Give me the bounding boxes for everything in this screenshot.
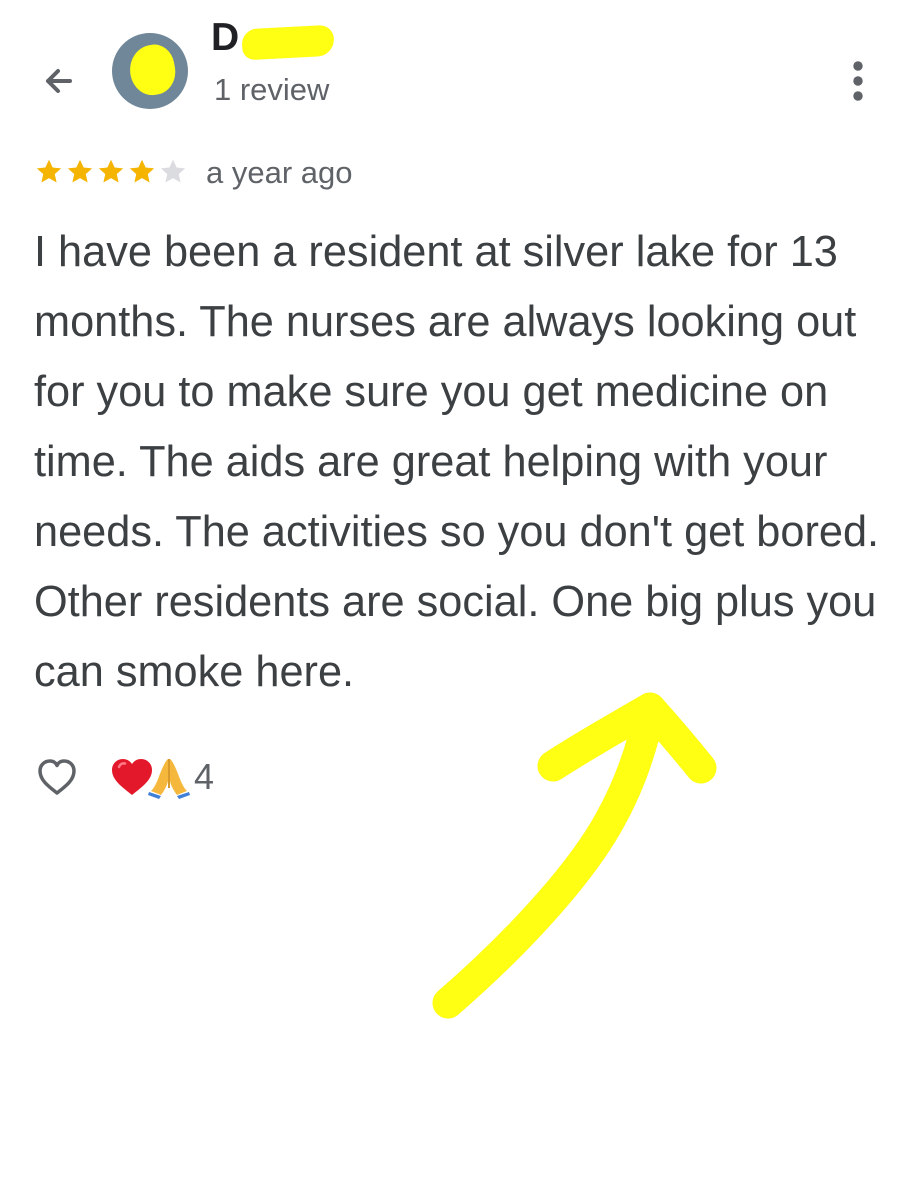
rating-row: a year ago <box>34 152 353 192</box>
like-button[interactable] <box>34 754 80 800</box>
avatar-redaction <box>126 41 179 99</box>
star-filled-icon <box>98 159 124 183</box>
avatar[interactable] <box>112 33 188 109</box>
review-count: 1 review <box>214 72 330 107</box>
more-options-button[interactable] <box>834 55 882 107</box>
name-redaction <box>241 24 335 61</box>
heart-outline-icon <box>38 759 76 795</box>
star-filled-icon <box>129 159 155 183</box>
more-vert-icon <box>853 61 863 101</box>
reaction-row: 4 <box>34 752 214 802</box>
back-button[interactable] <box>30 52 88 110</box>
review-text: I have been a resident at silver lake fo… <box>34 228 880 696</box>
arrow-back-icon <box>46 69 72 93</box>
star-empty-icon <box>160 159 186 183</box>
praying-hands-emoji <box>146 754 192 800</box>
star-filled-icon <box>36 159 62 183</box>
reaction-count: 4 <box>194 756 215 797</box>
star-rating <box>34 157 188 187</box>
star-filled-icon <box>67 159 93 183</box>
review-date: a year ago <box>206 154 353 190</box>
reviewer-name[interactable]: D <box>211 18 239 57</box>
